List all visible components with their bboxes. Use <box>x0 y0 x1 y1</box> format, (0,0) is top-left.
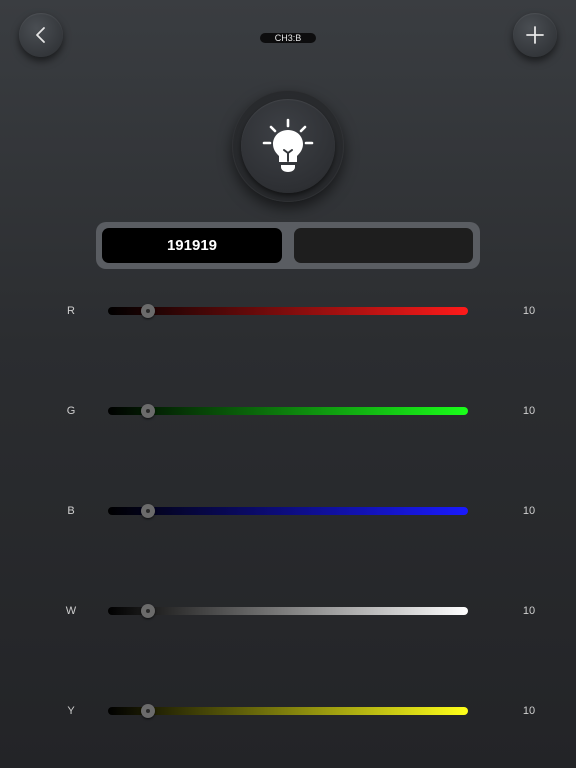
slider-track-b[interactable] <box>108 507 468 515</box>
channel-value-r: 10 <box>522 305 536 317</box>
slider-track-g[interactable] <box>108 407 468 415</box>
channel-label-b: B <box>67 505 75 517</box>
channel-label: CH3:B <box>260 33 316 43</box>
channel-label-w: W <box>65 605 77 617</box>
slider-track-w[interactable] <box>108 607 468 615</box>
slider-thumb-g[interactable] <box>141 404 155 418</box>
light-bulb-icon <box>262 118 314 172</box>
slider-thumb-r[interactable] <box>141 304 155 318</box>
slider-row-g: G 10 <box>0 401 576 421</box>
slider-track-y[interactable] <box>108 707 468 715</box>
channel-value-w: 10 <box>522 605 536 617</box>
channel-label-r: R <box>67 305 75 317</box>
back-button[interactable] <box>19 13 63 57</box>
color-swatch[interactable] <box>294 228 473 263</box>
channel-label-y: Y <box>67 705 75 717</box>
slider-row-r: R 10 <box>0 301 576 321</box>
slider-thumb-w[interactable] <box>141 604 155 618</box>
slider-row-w: W 10 <box>0 601 576 621</box>
plus-icon <box>526 26 544 44</box>
hex-value[interactable]: 191919 <box>102 228 282 263</box>
channel-label-g: G <box>66 405 76 417</box>
slider-thumb-y[interactable] <box>141 704 155 718</box>
channel-value-b: 10 <box>522 505 536 517</box>
color-display: 191919 <box>96 222 480 269</box>
channel-value-g: 10 <box>522 405 536 417</box>
chevron-left-icon <box>36 27 45 43</box>
slider-row-y: Y 10 <box>0 701 576 721</box>
add-button[interactable] <box>513 13 557 57</box>
slider-row-b: B 10 <box>0 501 576 521</box>
slider-thumb-b[interactable] <box>141 504 155 518</box>
slider-track-r[interactable] <box>108 307 468 315</box>
lamp-toggle[interactable] <box>232 90 344 202</box>
lamp-button[interactable] <box>241 99 335 193</box>
channel-value-y: 10 <box>522 705 536 717</box>
